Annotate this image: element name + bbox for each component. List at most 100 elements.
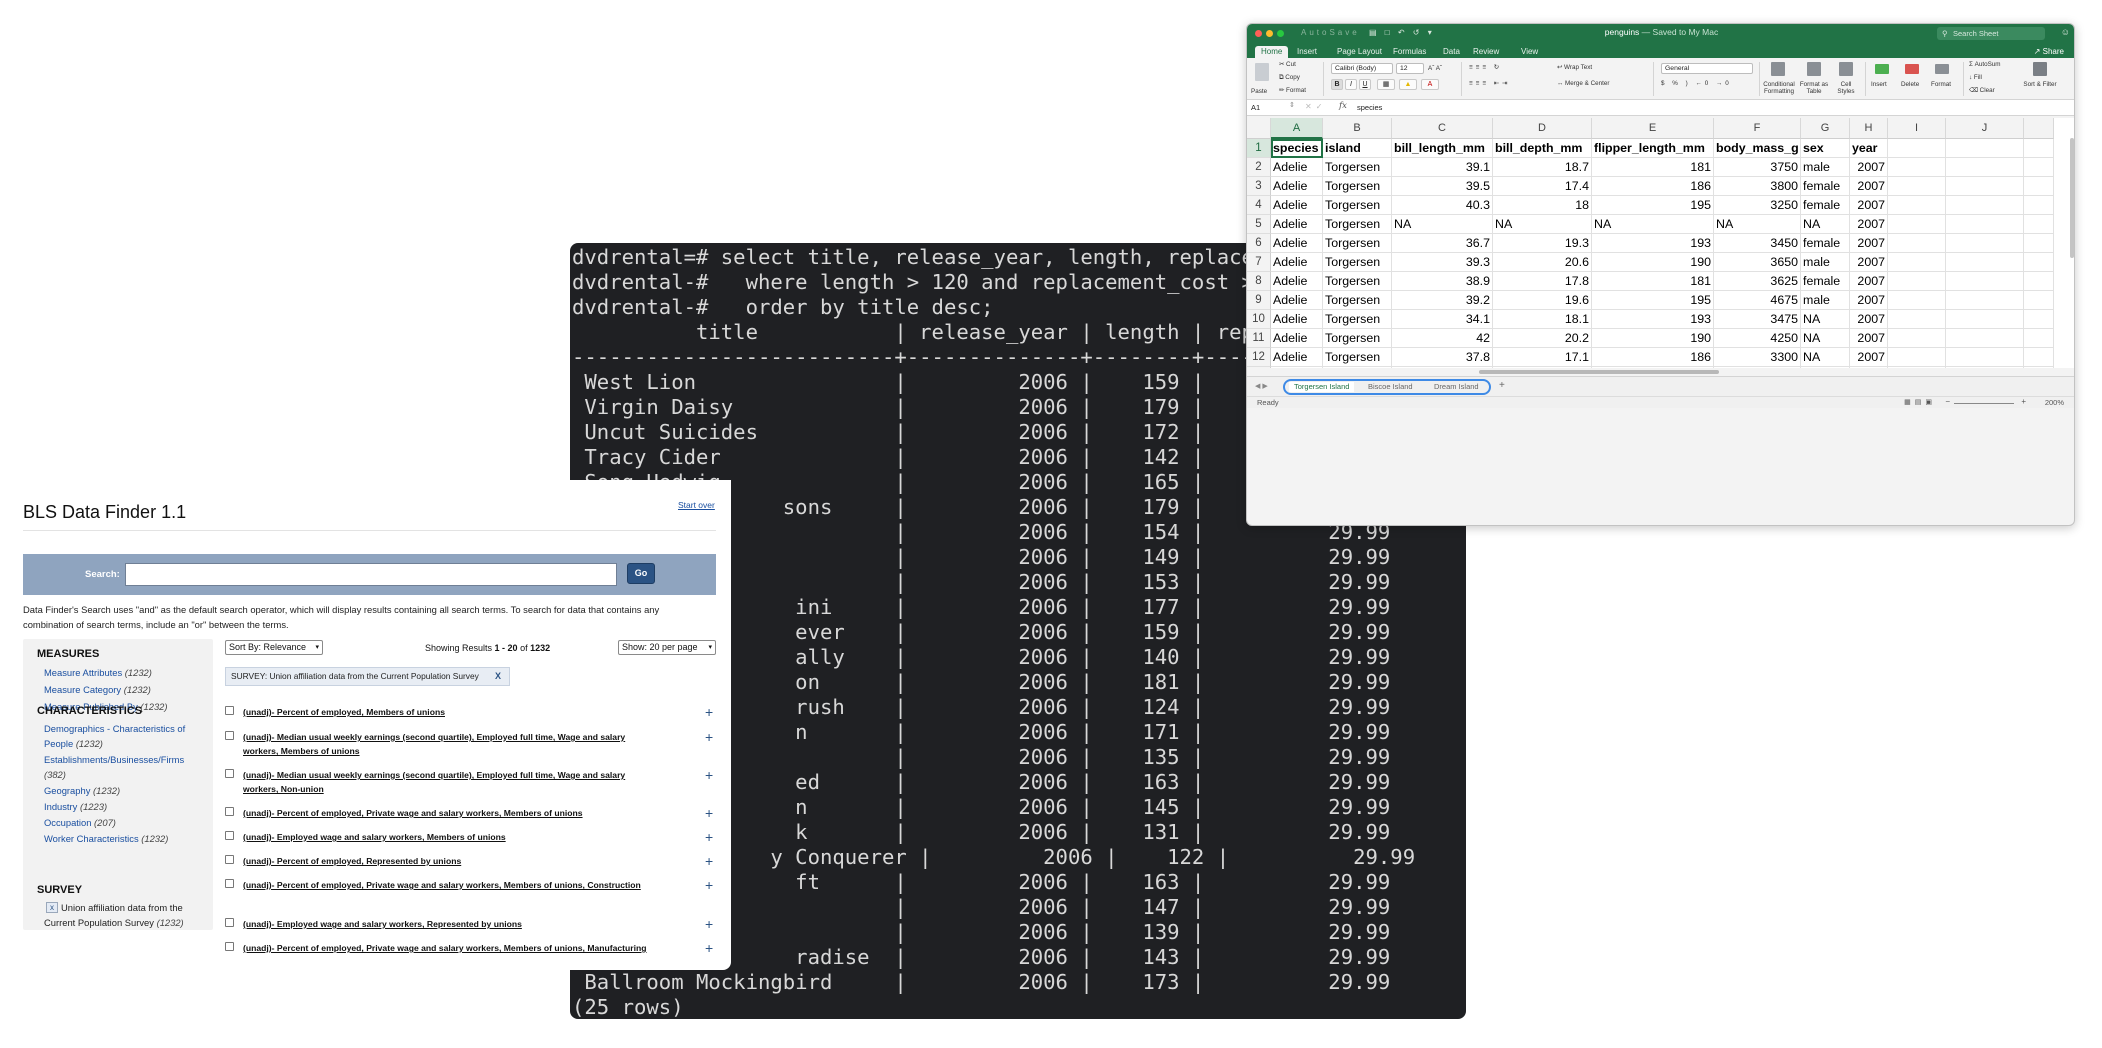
add-result-icon[interactable]: + bbox=[705, 830, 713, 844]
spreadsheet-cell[interactable]: 17.1 bbox=[1493, 348, 1592, 367]
spreadsheet-cell[interactable]: 3475 bbox=[1714, 310, 1801, 329]
spreadsheet-cell[interactable] bbox=[1946, 158, 2024, 177]
spreadsheet-cell[interactable] bbox=[2024, 234, 2054, 253]
insert-function-button[interactable]: fx bbox=[1339, 101, 1347, 111]
sheet-nav-arrows[interactable]: ◀ ▶ bbox=[1255, 382, 1268, 390]
result-link[interactable]: (unadj)- Employed wage and salary worker… bbox=[243, 830, 658, 844]
spreadsheet-cell[interactable] bbox=[2024, 272, 2054, 291]
zoom-out-button[interactable]: − bbox=[1945, 397, 1950, 406]
spreadsheet-cell[interactable] bbox=[1888, 291, 1946, 310]
spreadsheet-cell[interactable] bbox=[1946, 310, 2024, 329]
spreadsheet-cell[interactable]: 20.6 bbox=[1493, 253, 1592, 272]
facet-link[interactable]: Geography (1232) bbox=[44, 783, 204, 798]
spreadsheet-cell[interactable]: 186 bbox=[1592, 348, 1714, 367]
search-input[interactable] bbox=[125, 563, 617, 586]
spreadsheet-cell[interactable]: NA bbox=[1493, 215, 1592, 234]
result-link[interactable]: (unadj)- Median usual weekly earnings (s… bbox=[243, 768, 658, 796]
font-color-button[interactable]: A bbox=[1421, 79, 1439, 90]
spreadsheet-cell[interactable]: island bbox=[1323, 139, 1392, 158]
result-link[interactable]: (unadj)- Percent of employed, Private wa… bbox=[243, 878, 658, 892]
spreadsheet-cell[interactable]: female bbox=[1801, 196, 1850, 215]
spreadsheet-cell[interactable]: 39.2 bbox=[1392, 291, 1493, 310]
result-link[interactable]: (unadj)- Percent of employed, Members of… bbox=[243, 705, 658, 719]
spreadsheet-cell[interactable]: 181 bbox=[1592, 158, 1714, 177]
tab-data[interactable]: Data bbox=[1437, 46, 1466, 58]
sheet-tab[interactable]: Dream Island bbox=[1429, 382, 1484, 392]
spreadsheet-cell[interactable]: 20.2 bbox=[1493, 329, 1592, 348]
spreadsheet-cell[interactable]: Torgersen bbox=[1323, 177, 1392, 196]
result-link[interactable]: (unadj)- Percent of employed, Represente… bbox=[243, 854, 658, 868]
spreadsheet-cell[interactable]: 18.7 bbox=[1493, 158, 1592, 177]
column-header[interactable]: H bbox=[1850, 118, 1888, 139]
spreadsheet-cell[interactable]: 38.9 bbox=[1392, 272, 1493, 291]
result-checkbox[interactable] bbox=[225, 807, 234, 816]
horizontal-scrollbar-thumb[interactable] bbox=[1479, 370, 1719, 374]
spreadsheet-cell[interactable]: Torgersen bbox=[1323, 234, 1392, 253]
spreadsheet-cell[interactable]: Torgersen bbox=[1323, 196, 1392, 215]
spreadsheet-cell[interactable] bbox=[1946, 348, 2024, 367]
spreadsheet-cell[interactable]: 4675 bbox=[1714, 291, 1801, 310]
add-result-icon[interactable]: + bbox=[705, 705, 713, 719]
fill-color-button[interactable]: ▲ bbox=[1399, 79, 1417, 90]
cut-button[interactable]: ✂ Cut bbox=[1279, 61, 1296, 68]
column-header[interactable]: E bbox=[1592, 118, 1714, 139]
spreadsheet-cell[interactable] bbox=[1888, 196, 1946, 215]
font-size-select[interactable]: 12 bbox=[1396, 63, 1424, 74]
spreadsheet-cell[interactable]: 195 bbox=[1592, 291, 1714, 310]
column-header[interactable] bbox=[2024, 118, 2054, 139]
fill-button[interactable]: ↓ Fill bbox=[1969, 74, 1982, 81]
font-size-grow-shrink[interactable]: Aˆ Aˇ bbox=[1428, 65, 1442, 72]
spreadsheet-cell[interactable]: 3450 bbox=[1714, 234, 1801, 253]
row-header[interactable]: 2 bbox=[1247, 158, 1271, 177]
spreadsheet-cell[interactable]: NA bbox=[1801, 215, 1850, 234]
spreadsheet-cell[interactable] bbox=[2024, 215, 2054, 234]
spreadsheet-cell[interactable] bbox=[1888, 177, 1946, 196]
spreadsheet-cell[interactable] bbox=[1888, 158, 1946, 177]
add-result-icon[interactable]: + bbox=[705, 768, 713, 782]
vertical-scrollbar[interactable] bbox=[2070, 138, 2074, 258]
spreadsheet-cell[interactable] bbox=[1888, 215, 1946, 234]
spreadsheet-cell[interactable]: species bbox=[1271, 139, 1323, 158]
spreadsheet-cell[interactable] bbox=[1888, 234, 1946, 253]
spreadsheet-cell[interactable] bbox=[1946, 253, 2024, 272]
spreadsheet-cell[interactable]: 193 bbox=[1592, 310, 1714, 329]
spreadsheet-cell[interactable] bbox=[1946, 196, 2024, 215]
spreadsheet-cell[interactable]: male bbox=[1801, 291, 1850, 310]
spreadsheet-cell[interactable]: Adelie bbox=[1271, 310, 1323, 329]
spreadsheet-cell[interactable] bbox=[1946, 291, 2024, 310]
spreadsheet-cell[interactable]: year bbox=[1850, 139, 1888, 158]
spreadsheet-cell[interactable]: 181 bbox=[1592, 272, 1714, 291]
add-result-icon[interactable]: + bbox=[705, 941, 713, 955]
spreadsheet-cell[interactable] bbox=[1946, 177, 2024, 196]
spreadsheet-cell[interactable]: Adelie bbox=[1271, 158, 1323, 177]
spreadsheet-cell[interactable] bbox=[2024, 310, 2054, 329]
result-checkbox[interactable] bbox=[225, 706, 234, 715]
spreadsheet-cell[interactable]: Torgersen bbox=[1323, 253, 1392, 272]
spreadsheet-cell[interactable]: 17.4 bbox=[1493, 177, 1592, 196]
spreadsheet-cell[interactable] bbox=[1946, 234, 2024, 253]
sheet-tab[interactable]: Torgersen Island bbox=[1289, 382, 1355, 392]
paste-icon[interactable] bbox=[1255, 63, 1269, 81]
remove-filter-button[interactable]: X bbox=[495, 668, 501, 685]
select-all-corner[interactable] bbox=[1247, 118, 1271, 139]
column-header[interactable]: G bbox=[1801, 118, 1850, 139]
zoom-in-button[interactable]: + bbox=[2021, 397, 2026, 406]
facet-link[interactable]: Measure Attributes (1232) bbox=[44, 665, 204, 680]
underline-button[interactable]: U bbox=[1359, 79, 1371, 90]
result-checkbox[interactable] bbox=[225, 879, 234, 888]
sort-filter-button[interactable]: Sort & Filter bbox=[2023, 81, 2057, 88]
spreadsheet-cell[interactable]: 17.8 bbox=[1493, 272, 1592, 291]
borders-button[interactable]: ▦ bbox=[1377, 79, 1395, 90]
facet-link[interactable]: Occupation (207) bbox=[44, 815, 204, 830]
spreadsheet-cell[interactable]: Adelie bbox=[1271, 253, 1323, 272]
spreadsheet-cell[interactable]: Torgersen bbox=[1323, 310, 1392, 329]
result-checkbox[interactable] bbox=[225, 731, 234, 740]
delete-cells-icon[interactable] bbox=[1905, 64, 1919, 74]
spreadsheet-cell[interactable] bbox=[1946, 215, 2024, 234]
autosum-button[interactable]: Σ AutoSum bbox=[1969, 61, 2001, 68]
add-result-icon[interactable]: + bbox=[705, 878, 713, 892]
smiley-feedback-icon[interactable]: ☺ bbox=[2061, 27, 2070, 37]
facet-survey-item[interactable]: x Union affiliation data from the Current… bbox=[44, 900, 204, 930]
spreadsheet-cell[interactable]: Adelie bbox=[1271, 348, 1323, 367]
result-checkbox[interactable] bbox=[225, 831, 234, 840]
